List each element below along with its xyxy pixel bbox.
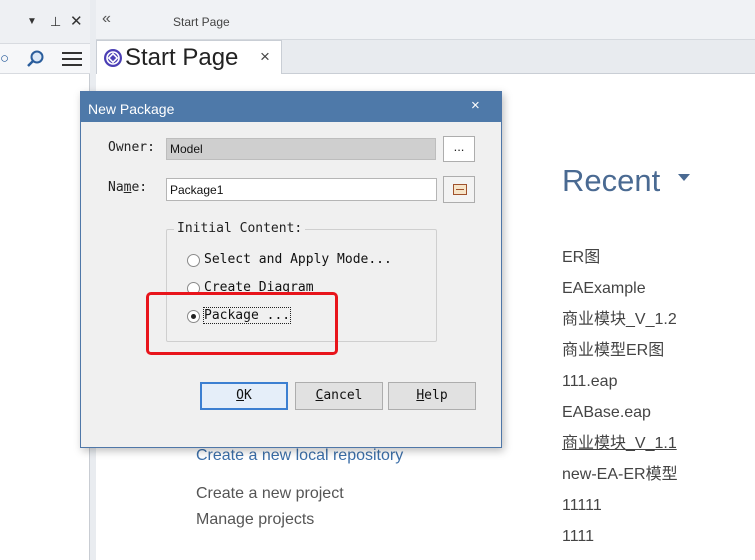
close-icon[interactable]: × [471,97,480,114]
tab-start-page[interactable]: Start Page × [96,40,282,74]
radio-button[interactable] [187,254,200,267]
find-icon[interactable] [26,49,46,71]
recent-list: ER图 EAExample 商业模块_V_1.2 商业模型ER图 111.eap… [562,248,678,558]
workspace-titlebar: « Start Page [96,0,755,40]
recent-item[interactable]: ER图 [562,248,678,279]
dropdown-triangle-icon[interactable]: ▼ [27,17,37,27]
name-label: Name: [108,180,148,195]
recent-item[interactable]: 111.eap [562,372,678,403]
start-page-icon [104,49,122,67]
recent-item[interactable]: EAExample [562,279,678,310]
create-project-link[interactable]: Create a new project [196,485,344,503]
close-icon[interactable]: ✕ [70,14,83,29]
radio-label: Select and Apply Mode... [204,252,392,267]
recent-item[interactable]: new-EA-ER模型 [562,465,678,496]
recent-item[interactable]: 1111 [562,527,678,558]
manage-projects-link[interactable]: Manage projects [196,511,314,529]
tab-label: Start Page [125,44,239,71]
recent-heading[interactable]: Recent [562,163,660,199]
help-button[interactable]: Help [388,382,476,410]
name-field[interactable]: Package1 [166,178,437,201]
recent-item[interactable]: 商业模块_V_1.2 [562,310,678,341]
owner-field: Model [166,138,436,160]
tab-close-icon[interactable]: × [260,47,270,67]
left-dock-panel: ▼ ⊥ ✕ ○ [0,0,90,560]
tab-strip: Start Page × [96,40,755,74]
dialog-titlebar[interactable]: New Package × [81,92,501,122]
ok-button[interactable]: OK [200,382,288,410]
initial-content-legend: Initial Content: [174,221,306,236]
left-panel-toolbar: ○ [0,44,90,74]
element-icon [453,184,467,195]
annotation-highlight-box [146,292,338,355]
recent-item[interactable]: EABase.eap [562,403,678,434]
recent-item[interactable]: 11111 [562,496,678,527]
hamburger-menu-icon[interactable] [62,52,82,68]
name-options-button[interactable] [443,176,475,203]
chevron-down-icon[interactable] [678,174,690,181]
cancel-button[interactable]: Cancel [295,382,383,410]
create-local-repository-link[interactable]: Create a new local repository [196,447,403,465]
recent-item[interactable]: 商业模块_V_1.1 [562,434,678,465]
owner-browse-button[interactable]: ... [443,136,475,162]
workspace-title: Start Page [173,15,230,29]
collapse-left-icon[interactable]: « [102,10,111,28]
owner-label: Owner: [108,140,155,155]
recent-item[interactable]: 商业模型ER图 [562,341,678,372]
left-panel-header: ▼ ⊥ ✕ [0,0,90,44]
pin-icon[interactable]: ⊥ [50,15,61,28]
dialog-title: New Package [88,101,175,117]
new-package-dialog: New Package × Owner: Model ... Name: Pac… [80,91,502,448]
search-icon[interactable]: ○ [0,51,9,66]
